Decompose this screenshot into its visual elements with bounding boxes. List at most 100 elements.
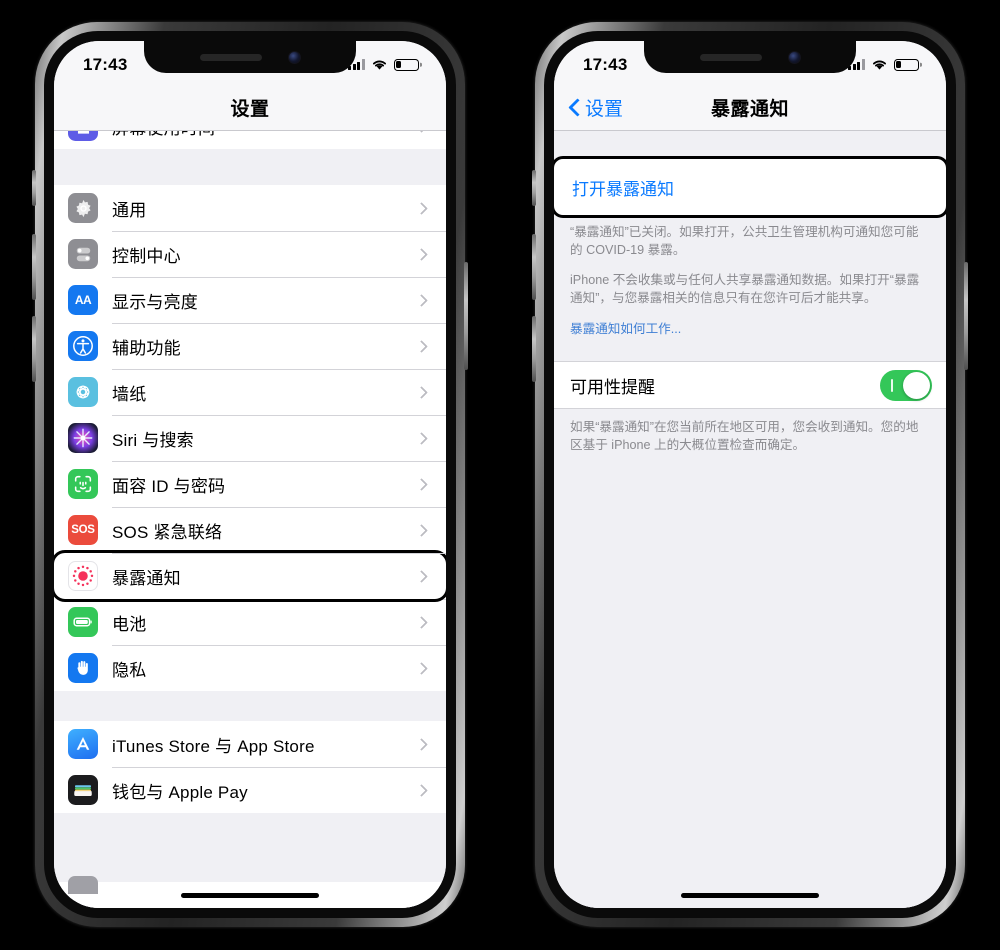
wallet-icon [68,775,98,805]
toggle-on-indicator [891,378,894,392]
display-aa-icon: AA [68,285,98,315]
wallpaper-icon [68,377,98,407]
sidebar-item-siri-search[interactable]: Siri 与搜索 [54,415,446,461]
turn-on-button-label: 打开暴露通知 [572,179,674,199]
earpiece-speaker-icon [699,53,762,61]
sidebar-item-label: 电池 [112,614,147,634]
sidebar-item-battery[interactable]: 电池 [54,599,446,645]
back-button-label: 设置 [585,99,624,120]
exposure-footnote: “暴露通知”已关闭。如果打开，公共卫生管理机构可通知您可能的 COVID-19 … [554,215,946,307]
sidebar-item-general[interactable]: 通用 [54,185,446,231]
sos-icon: SOS [68,515,98,545]
home-indicator-right[interactable] [681,893,819,898]
settings-group-main: 通用 控制中心 AA 显示与亮度 辅助功能 墙纸 Siri 与搜索 面容 ID … [54,185,446,691]
phone-left: 17:43 设置 通用 控制中心 AA 显示与亮度 辅助功能 墙纸 Siri 与… [32,22,468,927]
sidebar-item-label: 显示与亮度 [112,292,198,312]
sidebar-item-itunes-app-store[interactable]: iTunes Store 与 App Store [54,721,446,767]
availability-footnote: 如果“暴露通知”在您当前所在地区可用，您会收到通知。您的地区基于 iPhone … [554,409,946,455]
status-icons-right [848,55,919,71]
volume-up-button[interactable] [32,234,36,300]
volume-down-button[interactable] [32,316,36,382]
sidebar-item-label: iTunes Store 与 App Store [112,736,315,756]
chevron-right-icon [415,615,428,629]
sidebar-item-label: SOS 紧急联络 [112,522,223,542]
volume-down-button[interactable] [532,316,536,382]
volume-up-button[interactable] [532,234,536,300]
settings-list-left[interactable]: 屏幕使用时间 通用 [54,131,446,908]
list-item-label: 屏幕使用时间 [112,131,417,139]
sidebar-item-exposure-notifications[interactable]: 暴露通知 [54,550,446,602]
chevron-right-icon [415,477,428,491]
sidebar-item-wallpaper[interactable]: 墙纸 [54,369,446,415]
sidebar-item-label: 控制中心 [112,246,181,266]
page-title: 设置 [230,99,270,120]
how-it-works-link[interactable]: 暴露通知如何工作... [554,318,946,351]
turn-on-exposure-notifications-button[interactable]: 打开暴露通知 [554,156,946,218]
status-time: 17:43 [583,54,628,74]
sidebar-item-control-center[interactable]: 控制中心 [54,231,446,277]
exposure-notifications-page: 打开暴露通知 “暴露通知”已关闭。如果打开，公共卫生管理机构可通知您可能的 CO… [554,131,946,908]
section-gap [54,813,446,849]
sidebar-item-label: 墙纸 [112,384,147,404]
clipped-row-screen-time[interactable]: 屏幕使用时间 [54,131,446,149]
control-center-icon [68,239,98,269]
sidebar-item-wallet-apple-pay[interactable]: 钱包与 Apple Pay [54,767,446,813]
chevron-right-icon [415,247,428,261]
front-camera-icon [287,50,301,64]
privacy-hand-icon [68,653,98,683]
chevron-right-icon [415,385,428,399]
chevron-right-icon [415,131,428,133]
chevron-right-icon [415,737,428,751]
earpiece-speaker-icon [199,53,262,61]
sidebar-item-label: 隐私 [112,660,147,680]
navbar-right: 设置 暴露通知 [554,85,946,131]
sidebar-item-accessibility[interactable]: 辅助功能 [54,323,446,369]
chevron-right-icon [415,569,428,583]
chevron-right-icon [415,783,428,797]
list-item: 屏幕使用时间 [54,131,446,149]
back-button[interactable]: 设置 [569,94,623,121]
sidebar-item-display-brightness[interactable]: AA 显示与亮度 [54,277,446,323]
sidebar-item-label: Siri 与搜索 [112,430,194,450]
sidebar-item-label: 面容 ID 与密码 [112,476,226,496]
status-time: 17:43 [83,54,128,74]
sidebar-item-label: 暴露通知 [112,568,181,588]
section-gap [554,131,946,159]
phone-bezel-left: 17:43 设置 通用 控制中心 AA 显示与亮度 辅助功能 墙纸 Siri 与… [44,31,456,918]
chevron-right-icon [415,523,428,537]
availability-alerts-row[interactable]: 可用性提醒 [554,361,946,409]
sidebar-item-label: 通用 [112,200,147,220]
chevron-right-icon [415,661,428,675]
sidebar-item-label: 辅助功能 [112,338,181,358]
siri-icon [68,423,98,453]
sidebar-item-face-id[interactable]: 面容 ID 与密码 [54,461,446,507]
power-button[interactable] [964,262,968,370]
power-button[interactable] [464,262,468,370]
section-gap [54,149,446,185]
settings-group-store: iTunes Store 与 App Store 钱包与 Apple Pay [54,721,446,813]
availability-description: 如果“暴露通知”在您当前所在地区可用，您会收到通知。您的地区基于 iPhone … [570,420,919,453]
chevron-left-icon [569,98,581,118]
navbar-left: 设置 [54,85,446,131]
screen-right: 17:43 设置 暴露通知 打开暴露通知 “暴露通知”已关闭。如果打开，公共卫生… [554,41,946,908]
silent-switch[interactable] [32,170,36,206]
chevron-right-icon [415,293,428,307]
section-gap [554,351,946,361]
home-indicator-left[interactable] [181,893,319,898]
availability-alerts-toggle[interactable] [880,369,932,401]
phone-right: 17:43 设置 暴露通知 打开暴露通知 “暴露通知”已关闭。如果打开，公共卫生… [532,22,968,927]
notch-left [144,41,356,73]
silent-switch[interactable] [532,170,536,206]
face-id-icon [68,469,98,499]
sidebar-item-sos[interactable]: SOS SOS 紧急联络 [54,507,446,553]
battery-low-icon [894,58,919,71]
availability-alerts-label: 可用性提醒 [570,377,655,397]
screen-time-icon [68,131,98,141]
chevron-right-icon [415,339,428,353]
footnote-paragraph-1: “暴露通知”已关闭。如果打开，公共卫生管理机构可通知您可能的 COVID-19 … [570,225,919,258]
battery-low-icon [394,58,419,71]
screen-left: 17:43 设置 通用 控制中心 AA 显示与亮度 辅助功能 墙纸 Siri 与… [54,41,446,908]
front-camera-icon [787,50,801,64]
sidebar-item-privacy[interactable]: 隐私 [54,645,446,691]
footnote-paragraph-2: iPhone 不会收集或与任何人共享暴露通知数据。如果打开“暴露通知”，与您暴露… [570,272,920,305]
